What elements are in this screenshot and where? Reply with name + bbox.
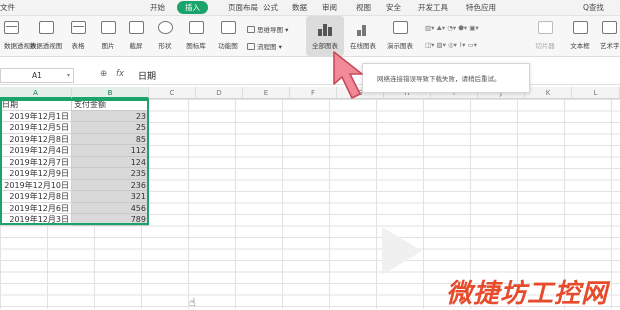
menu-insert[interactable]: 插入	[177, 1, 208, 14]
download-error-tooltip: 网络连接错误导致下载失败，请稍后重试。	[362, 63, 530, 93]
menu-bar: 文件 开始 插入 页面布局 公式 数据 审阅 视图 安全 开发工具 特色应用 Q…	[0, 0, 620, 16]
word-art-button[interactable]: 艺术字	[598, 16, 620, 56]
menu-data[interactable]: 数据	[292, 2, 307, 13]
brand-watermark: 微捷坊工控网	[446, 279, 609, 309]
amount-cell[interactable]: 25	[72, 122, 149, 134]
amount-cell[interactable]: 112	[72, 145, 149, 157]
mindmap-button[interactable]: 思维导图 ▾	[247, 24, 288, 34]
date-cell[interactable]: 2019年12月8日	[0, 133, 72, 145]
column-header-a[interactable]: A	[0, 87, 72, 99]
date-cell[interactable]: 2019年12月5日	[0, 122, 72, 134]
cell-a1[interactable]: 日期	[0, 99, 72, 111]
slicer-button[interactable]: 切片器	[530, 16, 560, 56]
date-cell[interactable]: 2019年12月1日	[0, 110, 72, 122]
shape-button[interactable]: 形状	[153, 16, 177, 56]
menu-home[interactable]: 开始	[150, 2, 165, 13]
icon-library-button[interactable]: 图标库	[183, 16, 209, 56]
bar-chart-icon	[316, 20, 334, 36]
function-chart-icon	[220, 21, 236, 34]
column-header-b[interactable]: B	[72, 87, 149, 99]
amount-cell[interactable]: 23	[72, 110, 149, 122]
column-header-d[interactable]: D	[196, 87, 243, 99]
amount-cell[interactable]: 235	[72, 168, 149, 180]
name-box[interactable]: A1 ▾	[0, 68, 74, 83]
column-header-c[interactable]: C	[149, 87, 196, 99]
pivot-chart-button[interactable]: 数据透视图	[26, 16, 66, 56]
amount-cell[interactable]: 85	[72, 133, 149, 145]
icon-library-icon	[188, 21, 204, 34]
amount-cell[interactable]: 321	[72, 191, 149, 203]
date-cell[interactable]: 2019年12月3日	[0, 214, 72, 226]
demo-chart-button[interactable]: 演示图表	[382, 16, 418, 56]
picture-button[interactable]: 图片	[96, 16, 120, 56]
demo-chart-icon	[392, 21, 408, 34]
mindmap-icon	[247, 26, 255, 33]
screenshot-button[interactable]: 截屏	[124, 16, 148, 56]
menu-view[interactable]: 视图	[356, 2, 371, 13]
date-cell[interactable]: 2019年12月9日	[0, 168, 72, 180]
menu-file[interactable]: 文件	[0, 2, 15, 13]
chevron-down-icon: ▾	[66, 72, 70, 79]
textbox-icon	[572, 21, 588, 34]
fx-icon[interactable]: fx	[116, 69, 124, 79]
online-chart-icon	[354, 20, 372, 36]
column-header-l[interactable]: L	[572, 87, 620, 99]
hand-cursor-icon: ☝	[189, 296, 196, 309]
ribbon: 数据透视表 数据透视图 表格 图片 截屏 形状 图标库 功能图 思维导图 ▾ 流…	[0, 16, 620, 57]
flowchart-button[interactable]: 流程图 ▾	[247, 41, 282, 51]
menu-page-layout[interactable]: 页面布局	[228, 2, 258, 13]
amount-cell[interactable]: 236	[72, 179, 149, 191]
menu-security[interactable]: 安全	[386, 2, 401, 13]
table-icon	[70, 21, 86, 34]
amount-cell[interactable]: 456	[72, 202, 149, 214]
menu-special[interactable]: 特色应用	[466, 2, 496, 13]
column-header-k[interactable]: K	[525, 87, 572, 99]
pointer-arrow-icon	[333, 51, 363, 99]
cell-b1[interactable]: 支付金额	[72, 99, 149, 111]
screenshot-icon	[128, 21, 144, 34]
date-cell[interactable]: 2019年12月10日	[0, 179, 72, 191]
zoom-icon[interactable]: ⊕	[100, 69, 107, 79]
date-cell[interactable]: 2019年12月6日	[0, 202, 72, 214]
date-cell[interactable]: 2019年12月8日	[0, 191, 72, 203]
amount-cell[interactable]: 124	[72, 156, 149, 168]
slicer-icon	[537, 21, 553, 34]
menu-formula[interactable]: 公式	[263, 2, 278, 13]
search-button[interactable]: Q查找	[583, 2, 604, 13]
chart-type-row-2[interactable]: ◫▾ ▨▾ ◎▾ ⌇▾ ▭▾	[425, 41, 477, 49]
pivot-table-button[interactable]: 数据透视表	[0, 16, 37, 56]
menu-review[interactable]: 审阅	[322, 2, 337, 13]
formula-input[interactable]: 日期	[138, 69, 156, 82]
picture-icon	[100, 21, 116, 34]
menu-developer[interactable]: 开发工具	[418, 2, 448, 13]
pivot-table-icon	[3, 21, 19, 34]
date-cell[interactable]: 2019年12月7日	[0, 156, 72, 168]
amount-cell[interactable]: 789	[72, 214, 149, 226]
chart-type-row-1[interactable]: ▥▾ ⛰▾ ◔▾ ⬟▾ ▣▾	[425, 24, 479, 33]
shape-icon	[157, 21, 173, 34]
flowchart-icon	[247, 43, 255, 50]
column-header-e[interactable]: E	[243, 87, 290, 99]
word-art-icon	[601, 21, 617, 34]
function-chart-button[interactable]: 功能图	[213, 16, 243, 56]
table-button[interactable]: 表格	[68, 16, 88, 56]
play-icon	[382, 227, 422, 275]
pivot-chart-icon	[38, 21, 54, 34]
date-cell[interactable]: 2019年12月4日	[0, 145, 72, 157]
textbox-button[interactable]: 文本框	[566, 16, 594, 56]
